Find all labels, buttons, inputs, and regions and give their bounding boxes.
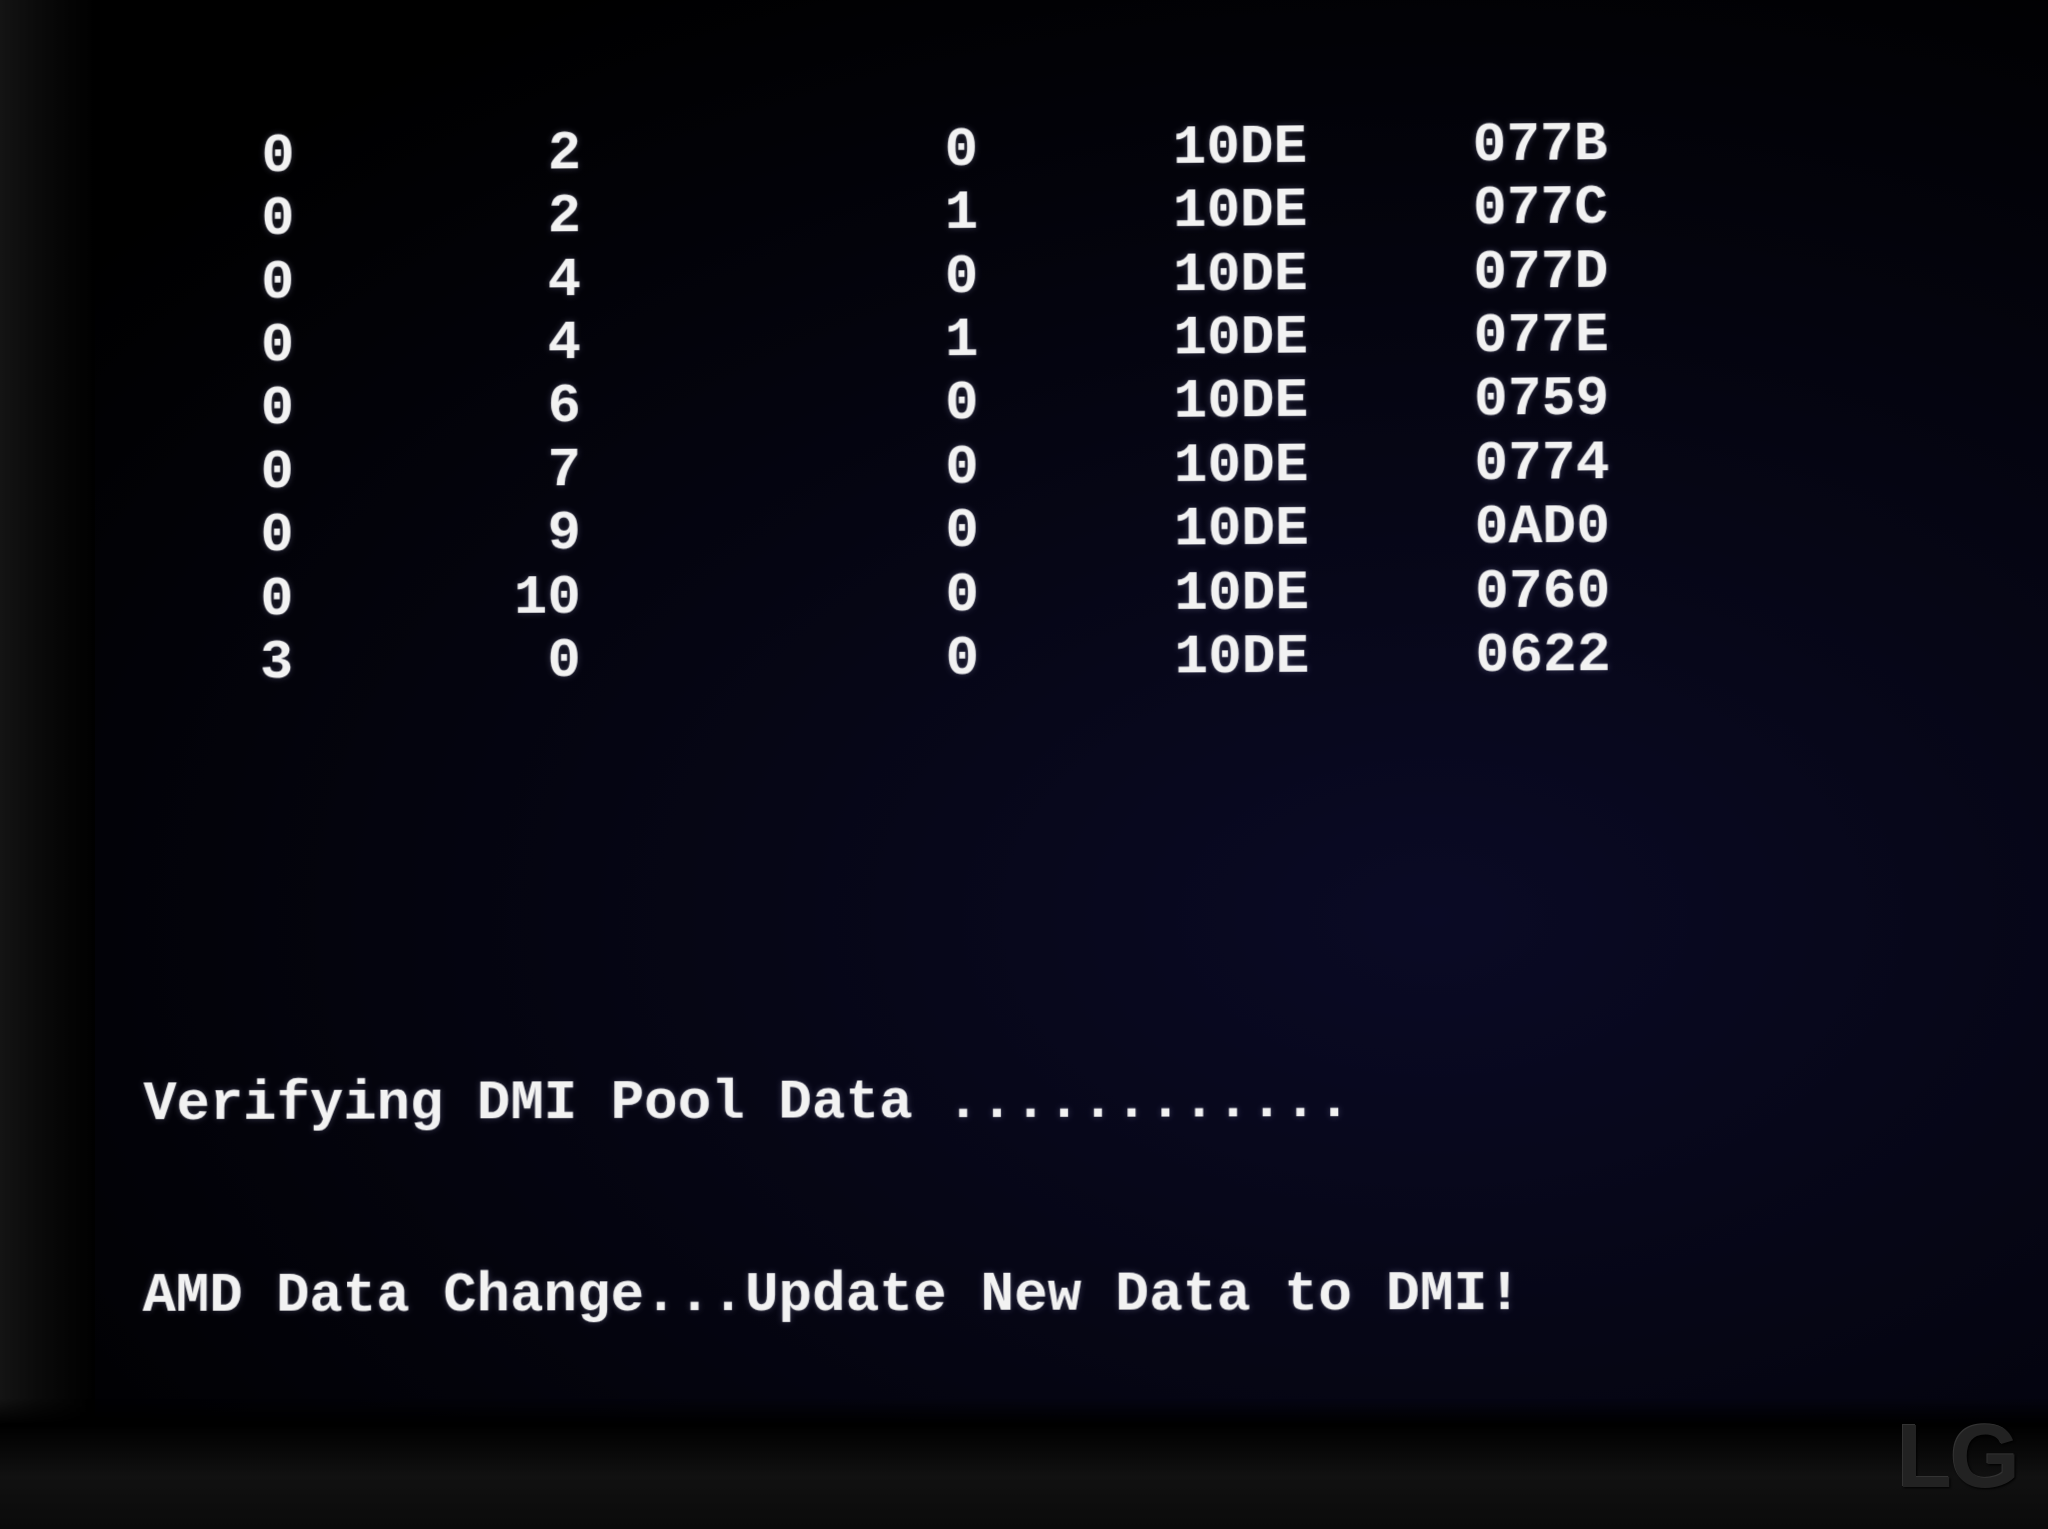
vendor-id-cell: 10DE bbox=[978, 242, 1308, 308]
bus-cell: 0 bbox=[107, 188, 294, 253]
device-num-cell: 2 bbox=[294, 185, 581, 251]
table-row: 010010DE0760 bbox=[106, 556, 2048, 632]
function-cell: 0 bbox=[581, 627, 979, 693]
device-num-cell: 2 bbox=[294, 122, 581, 188]
device-id-cell: 0AD0 bbox=[1309, 495, 1611, 561]
function-cell: 0 bbox=[581, 563, 979, 629]
device-id-cell: 077B bbox=[1307, 112, 1608, 178]
function-cell: 1 bbox=[581, 309, 979, 376]
device-num-cell: 9 bbox=[293, 502, 580, 567]
bus-cell: 0 bbox=[106, 441, 294, 506]
vendor-id-cell: 10DE bbox=[979, 433, 1309, 499]
function-cell: 0 bbox=[581, 118, 978, 185]
function-cell: 0 bbox=[581, 245, 978, 312]
vendor-id-cell: 10DE bbox=[979, 497, 1309, 563]
bios-text-screen: 02010DE077B02110DE077C04010DE077D04110DE… bbox=[99, 0, 2048, 1529]
device-id-cell: 077E bbox=[1308, 304, 1609, 370]
device-id-cell: 0760 bbox=[1309, 559, 1611, 625]
dmi-message-block: Verifying DMI Pool Data ............ AMD… bbox=[102, 938, 2048, 1457]
bus-cell: 3 bbox=[105, 631, 293, 696]
device-num-cell: 0 bbox=[293, 629, 581, 694]
vendor-id-cell: 10DE bbox=[978, 370, 1308, 436]
function-cell: 1 bbox=[581, 182, 978, 249]
monitor-bezel-bottom: LG bbox=[0, 1399, 2048, 1529]
device-num-cell: 10 bbox=[293, 566, 580, 631]
amd-update-line: AMD Data Change...Update New Data to DMI… bbox=[103, 1262, 2048, 1329]
device-id-cell: 077C bbox=[1307, 176, 1608, 242]
function-cell: 0 bbox=[581, 436, 979, 502]
bus-cell: 0 bbox=[106, 504, 294, 569]
pci-device-table: 02010DE077B02110DE077C04010DE077D04110DE… bbox=[105, 108, 2048, 695]
function-cell: 0 bbox=[581, 372, 979, 438]
device-num-cell: 4 bbox=[294, 248, 581, 314]
vendor-id-cell: 10DE bbox=[978, 115, 1307, 181]
device-id-cell: 0759 bbox=[1308, 367, 1609, 433]
bus-cell: 0 bbox=[107, 125, 294, 190]
device-num-cell: 7 bbox=[294, 439, 581, 504]
bus-cell: 0 bbox=[107, 251, 294, 316]
device-num-cell: 4 bbox=[294, 312, 581, 378]
verify-dmi-line: Verifying DMI Pool Data ............ bbox=[104, 1067, 2048, 1136]
table-row: 09010DE0AD0 bbox=[106, 492, 2048, 568]
vendor-id-cell: 10DE bbox=[979, 561, 1309, 627]
bus-cell: 0 bbox=[106, 567, 294, 632]
vendor-id-cell: 10DE bbox=[978, 179, 1307, 245]
table-row: 30010DE0622 bbox=[105, 621, 2048, 696]
device-id-cell: 0774 bbox=[1308, 431, 1609, 497]
device-num-cell: 6 bbox=[294, 375, 581, 440]
bus-cell: 0 bbox=[107, 314, 295, 379]
vendor-id-cell: 10DE bbox=[978, 306, 1308, 372]
monitor-brand-logo: LG bbox=[1897, 1406, 2018, 1509]
device-id-cell: 077D bbox=[1307, 240, 1608, 306]
bus-cell: 0 bbox=[106, 377, 294, 442]
vendor-id-cell: 10DE bbox=[979, 625, 1309, 691]
monitor-bezel-left bbox=[0, 0, 95, 1529]
device-id-cell: 0622 bbox=[1309, 623, 1611, 689]
function-cell: 0 bbox=[581, 499, 979, 565]
